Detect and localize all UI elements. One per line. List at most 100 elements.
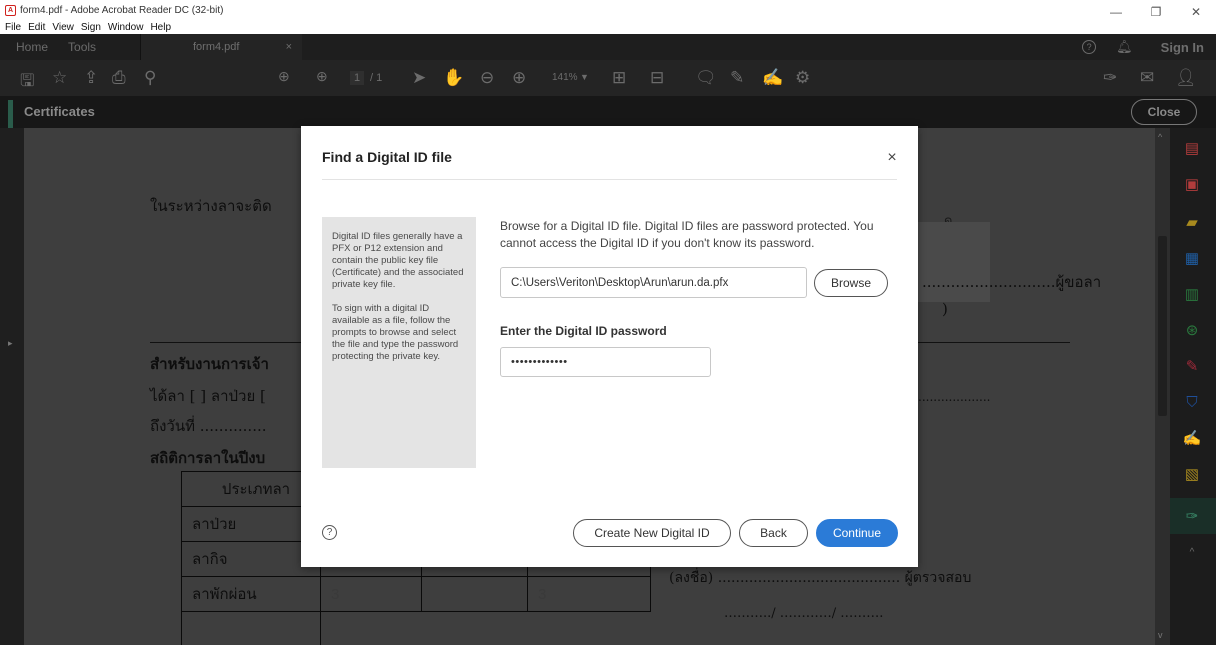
- doc-sign-requester: ............................ผู้ขอลา: [922, 273, 1102, 291]
- info-panel: Digital ID files generally have a PFX or…: [322, 217, 476, 468]
- dialog-divider: [322, 179, 897, 180]
- file-path-input[interactable]: C:\Users\Veriton\Desktop\Arun\arun.da.pf…: [500, 267, 807, 298]
- table-row-type: [181, 611, 321, 645]
- table-cell: [421, 576, 528, 612]
- help-icon[interactable]: ?: [1082, 40, 1097, 54]
- zoom-in-icon[interactable]: ⊕: [512, 68, 526, 88]
- doc-line-5: สถิติการลาในปีงบ: [150, 449, 266, 467]
- scroll-up-icon[interactable]: ^: [1158, 132, 1162, 142]
- sign-in-link[interactable]: Sign In: [1161, 40, 1204, 55]
- acrobat-logo-icon: A: [5, 4, 16, 16]
- certificates-title: Certificates: [24, 104, 95, 119]
- page-number-input[interactable]: 1: [350, 71, 365, 85]
- star-icon[interactable]: ☆: [52, 68, 67, 88]
- fill-sign-icon[interactable]: ✍: [762, 68, 783, 88]
- share-icon[interactable]: ⇪: [84, 68, 98, 88]
- menu-file[interactable]: File: [5, 22, 21, 33]
- tab-tools[interactable]: Tools: [58, 40, 106, 54]
- tab-bar-right: ? 🔔︎ Sign In: [1082, 34, 1216, 60]
- password-label: Enter the Digital ID password: [500, 324, 667, 338]
- doc-checker-sign: (ลงชื่อ) ...............................…: [669, 570, 972, 586]
- window-controls: — ❐ ✕: [1096, 0, 1216, 20]
- vertical-scrollbar[interactable]: ^ v: [1155, 128, 1170, 645]
- menu-sign[interactable]: Sign: [81, 22, 101, 33]
- zoom-dropdown-icon[interactable]: ▼: [580, 72, 589, 82]
- table-header-type: ประเภทลา: [181, 471, 321, 507]
- menu-edit[interactable]: Edit: [28, 22, 45, 33]
- doc-date-dots: ………../ …………/ ……….: [724, 606, 884, 621]
- tab-document[interactable]: form4.pdf ×: [140, 34, 302, 60]
- acrobat-window: A form4.pdf - Adobe Acrobat Reader DC (3…: [0, 0, 1216, 645]
- fit-page-icon[interactable]: ⊞: [612, 68, 626, 88]
- save-icon[interactable]: 🖫: [20, 68, 34, 97]
- organize-pages-icon[interactable]: ▤: [1182, 138, 1202, 158]
- prev-page-icon[interactable]: ⊕: [278, 68, 290, 85]
- tab-close-icon[interactable]: ×: [286, 41, 292, 53]
- email-icon[interactable]: ✉: [1140, 68, 1154, 88]
- browse-button[interactable]: Browse: [814, 269, 888, 297]
- create-pdf-icon[interactable]: ▣: [1182, 174, 1202, 194]
- next-page-icon[interactable]: ⊕: [316, 68, 328, 85]
- back-button[interactable]: Back: [739, 519, 808, 547]
- expand-left-panel-icon[interactable]: ▸: [8, 338, 13, 349]
- table-row-type: ลากิจ: [181, 541, 321, 577]
- menu-bar: File Edit View Sign Window Help: [0, 20, 1216, 34]
- comment-tool-icon[interactable]: ▰: [1182, 212, 1202, 232]
- export-pdf-icon[interactable]: ▦: [1182, 248, 1202, 268]
- hand-tool-icon[interactable]: ✋: [443, 68, 464, 88]
- scroll-down-icon[interactable]: v: [1158, 630, 1163, 640]
- browse-description: Browse for a Digital ID file. Digital ID…: [500, 219, 874, 250]
- tab-bar: Home Tools form4.pdf × ? 🔔︎ Sign In: [0, 34, 1216, 60]
- comment-icon[interactable]: 🗨︎: [695, 68, 717, 88]
- create-new-digital-id-button[interactable]: Create New Digital ID: [573, 519, 731, 547]
- panel-scroll-up-icon[interactable]: ^: [1182, 542, 1202, 562]
- sign-pen-icon[interactable]: ✑: [1103, 68, 1117, 88]
- scroll-mode-icon[interactable]: ⊟: [650, 68, 664, 88]
- menu-view[interactable]: View: [52, 22, 74, 33]
- print-icon[interactable]: ⎙: [112, 68, 126, 88]
- tab-home[interactable]: Home: [0, 40, 58, 54]
- zoom-level-select[interactable]: 141%: [552, 72, 578, 83]
- dialog-close-icon[interactable]: ×: [884, 149, 900, 166]
- table-cell: 3: [320, 576, 422, 612]
- highlight-pen-icon[interactable]: ✎: [730, 68, 744, 88]
- doc-sign-paren: ): [942, 300, 948, 318]
- certificates-bar: Certificates Close: [0, 96, 1216, 128]
- window-title: form4.pdf - Adobe Acrobat Reader DC (32-…: [20, 4, 224, 16]
- title-bar: A form4.pdf - Adobe Acrobat Reader DC (3…: [0, 0, 1216, 20]
- close-panel-button[interactable]: Close: [1131, 99, 1197, 125]
- bell-icon[interactable]: 🔔︎: [1116, 39, 1133, 55]
- dialog-help-icon[interactable]: ?: [322, 525, 337, 540]
- password-input[interactable]: •••••••••••••: [500, 347, 711, 377]
- panel-accent: [8, 100, 13, 128]
- add-user-icon[interactable]: 👤︎: [1175, 68, 1197, 88]
- tab-document-label: form4.pdf: [193, 41, 240, 53]
- fill-sign-tool-icon[interactable]: ✎: [1182, 356, 1202, 376]
- toolbar: 🖫 ☆ ⇪ ⎙ ⚲ ⊕ ⊕ 1 / 1 ➤ ✋ ⊖ ⊕ 141% ▼ ⊞ ⊟ 🗨…: [0, 60, 1216, 96]
- select-tool-icon[interactable]: ➤: [412, 68, 426, 88]
- table-cell: 3: [527, 576, 651, 612]
- send-review-icon[interactable]: ▧: [1182, 464, 1202, 484]
- zoom-out-icon[interactable]: ⊖: [480, 68, 494, 88]
- page-total: / 1: [370, 72, 383, 84]
- more-tools-icon[interactable]: ⚙: [795, 68, 810, 88]
- find-digital-id-dialog: Find a Digital ID file × Digital ID file…: [301, 126, 918, 567]
- scan-icon[interactable]: ⊛: [1182, 320, 1202, 340]
- edit-pdf-icon[interactable]: ▥: [1182, 284, 1202, 304]
- info-paragraph-1: Digital ID files generally have a PFX or…: [332, 231, 464, 290]
- doc-line-1: ในระหว่างลาจะติด: [150, 197, 272, 215]
- info-paragraph-2: To sign with a digital ID available as a…: [332, 303, 459, 362]
- protect-icon[interactable]: ⛉: [1182, 392, 1202, 412]
- doc-dots-right: ...................: [918, 390, 991, 404]
- certificates-tool-icon: ✑: [1185, 508, 1199, 525]
- send-for-signature-icon[interactable]: ✍: [1182, 428, 1202, 448]
- menu-help[interactable]: Help: [150, 22, 171, 33]
- certificates-tool-selected[interactable]: ✑: [1170, 498, 1216, 534]
- right-tools-panel: ▤ ▣ ▰ ▦ ▥ ⊛ ✎ ⛉ ✍ ▧ ✑ ^: [1170, 128, 1216, 645]
- zoom-search-icon[interactable]: ⚲: [144, 68, 156, 88]
- continue-button[interactable]: Continue: [816, 519, 898, 547]
- scrollbar-thumb[interactable]: [1158, 236, 1167, 416]
- left-nav-strip: ▸: [0, 128, 24, 645]
- menu-window[interactable]: Window: [108, 22, 144, 33]
- dialog-title: Find a Digital ID file: [322, 149, 452, 165]
